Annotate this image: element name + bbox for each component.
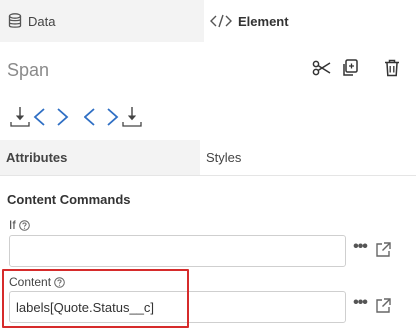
delete-button[interactable] [382, 59, 402, 82]
tab-attributes[interactable]: Attributes [0, 140, 200, 176]
content-external-link-button[interactable] [374, 297, 392, 315]
tab-styles[interactable]: Styles [200, 140, 416, 176]
content-field-label: Content [9, 275, 65, 289]
copy-icon [340, 58, 360, 83]
database-icon [8, 13, 22, 29]
if-label-text: If [9, 218, 16, 232]
tab-element-label: Element [238, 13, 289, 29]
tab-data[interactable]: Data [0, 0, 204, 42]
tab-element[interactable]: Element [204, 0, 416, 42]
cut-button[interactable] [312, 60, 332, 80]
insert-inside-button[interactable] [8, 102, 72, 132]
external-link-icon [374, 242, 392, 263]
section-title: Content Commands [7, 192, 131, 207]
property-tabs: Attributes Styles [0, 140, 416, 176]
copy-button[interactable] [340, 58, 360, 83]
element-header: Span [0, 42, 416, 98]
insert-position-toolbar [0, 98, 416, 138]
if-input[interactable] [9, 235, 346, 267]
content-label-text: Content [9, 275, 52, 289]
if-external-link-button[interactable] [374, 241, 392, 259]
external-link-icon [374, 298, 392, 319]
panel-tabs: Data Element [0, 0, 416, 42]
help-icon[interactable] [18, 219, 30, 231]
insert-after-button[interactable] [83, 102, 148, 132]
if-field-label: If [9, 218, 30, 232]
if-more-button[interactable]: ••• [352, 239, 368, 255]
trash-icon [384, 59, 400, 82]
content-more-button[interactable]: ••• [352, 295, 368, 311]
help-icon[interactable] [54, 276, 65, 288]
insert-inside-icon [8, 107, 72, 136]
tab-data-label: Data [28, 13, 56, 29]
element-title: Span [7, 60, 50, 80]
insert-after-icon [83, 107, 148, 136]
scissors-icon [312, 60, 332, 81]
content-input[interactable]: labels[Quote.Status__c] [9, 291, 346, 323]
code-icon [210, 14, 232, 28]
